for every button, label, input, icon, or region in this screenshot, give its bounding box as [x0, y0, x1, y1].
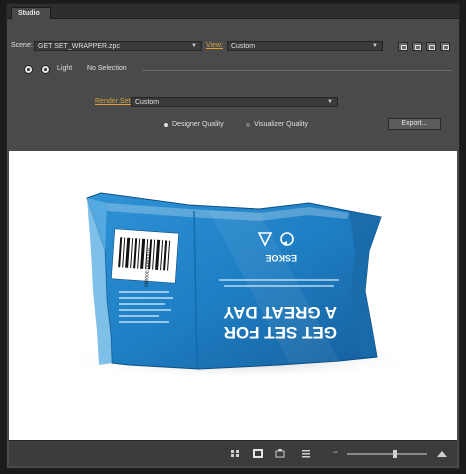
designer-quality-label: Designer Quality	[172, 121, 224, 128]
view-dropdown[interactable]: Custom ▼	[227, 41, 383, 51]
light-selection-value: No Selection	[87, 65, 127, 72]
light-select-radio[interactable]	[41, 65, 50, 74]
viewport-toolbar: −	[9, 440, 457, 466]
render-view-icon[interactable]	[253, 449, 263, 458]
chevron-down-icon: ▼	[191, 43, 197, 49]
scene-label: Scene:	[11, 42, 33, 49]
view-preset-icon-4[interactable]	[440, 42, 450, 51]
3d-viewport[interactable]: 5 000000 000000 ESKOE GET SET FOR A GREA…	[9, 151, 457, 440]
view-label[interactable]: View:	[206, 40, 223, 52]
view-preset-icon-2[interactable]	[412, 42, 422, 51]
visualizer-quality-label: Visualizer Quality	[254, 121, 308, 128]
zoom-in-icon[interactable]	[437, 449, 447, 458]
chevron-down-icon: ▼	[372, 43, 378, 49]
light-toggle-radio[interactable]	[24, 65, 33, 74]
fit-view-icon[interactable]	[230, 449, 240, 458]
export-button[interactable]: Export...	[388, 118, 441, 130]
divider	[142, 70, 452, 71]
zoom-slider[interactable]	[347, 453, 427, 455]
zoom-out-icon[interactable]: −	[333, 447, 338, 457]
render-settings-dropdown[interactable]: Custom ▼	[131, 97, 338, 107]
list-icon[interactable]	[301, 449, 311, 458]
product-render: 5 000000 000000 ESKOE GET SET FOR A GREA…	[59, 192, 419, 379]
light-label: Light	[57, 65, 73, 72]
chevron-down-icon: ▼	[327, 99, 333, 105]
camera-icon[interactable]	[275, 449, 285, 458]
visualizer-quality-radio[interactable]	[246, 123, 250, 127]
scene-dropdown[interactable]: GET SET_WRAPPER.zpc ▼	[34, 41, 202, 51]
view-preset-icon-1[interactable]	[398, 42, 408, 51]
tab-studio[interactable]: Studio	[11, 7, 51, 19]
render-settings-value: Custom	[135, 99, 160, 106]
zoom-slider-thumb[interactable]	[392, 450, 397, 458]
view-value: Custom	[231, 43, 256, 50]
scene-value: GET SET_WRAPPER.zpc	[38, 43, 120, 50]
view-preset-icon-3[interactable]	[426, 42, 436, 51]
panel-header: Studio	[7, 4, 459, 19]
scene-row: Scene: GET SET_WRAPPER.zpc ▼ View: Custo…	[7, 40, 459, 52]
designer-quality-radio[interactable]	[164, 123, 168, 127]
